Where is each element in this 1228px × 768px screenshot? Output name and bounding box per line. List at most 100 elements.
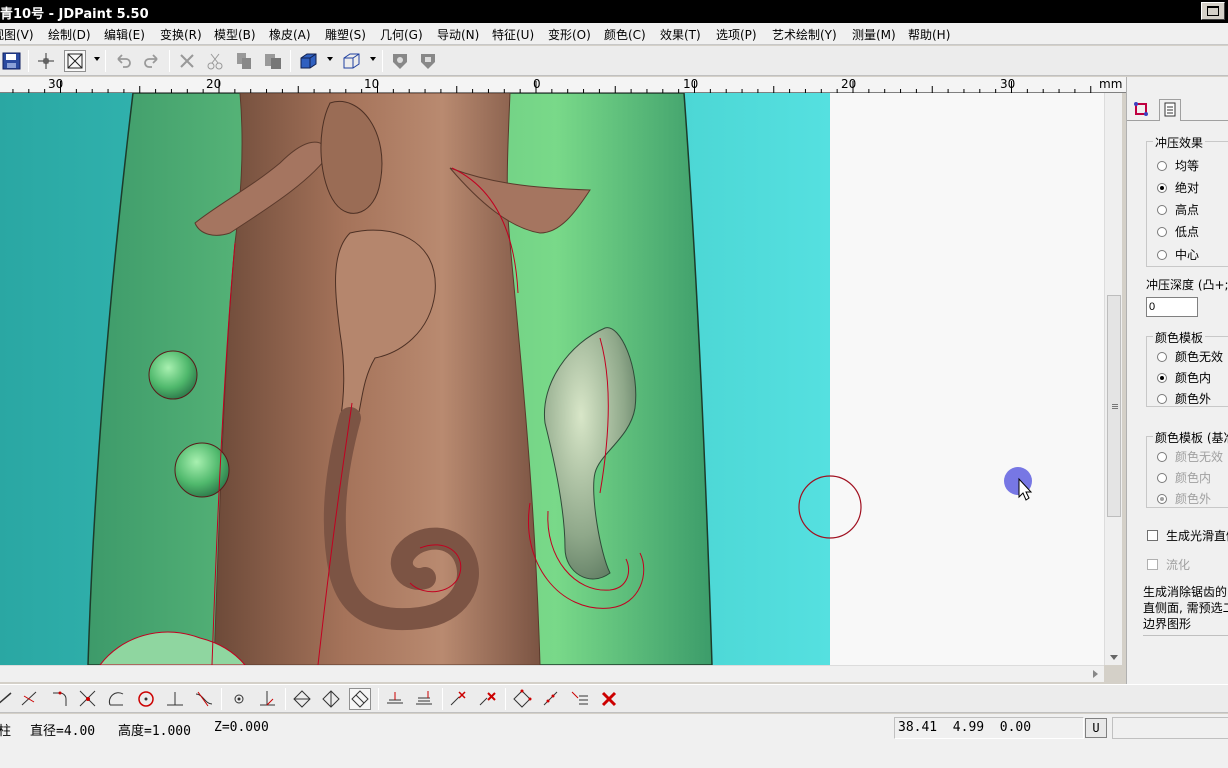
scroll-down-arrow-icon[interactable] [1110, 655, 1118, 660]
relief-canvas[interactable] [0, 93, 1104, 665]
diamond-tool-button[interactable] [291, 688, 313, 710]
menu-art-draw[interactable]: 艺术绘制(Y) [772, 26, 837, 43]
horizontal-ruler: 30 20 10 0 10 20 30 mm [0, 77, 1126, 93]
scroll-right-arrow-icon[interactable] [1093, 670, 1098, 678]
ruler-label: 10 [364, 77, 380, 91]
intersect-tool-button[interactable] [77, 688, 99, 710]
menu-deform[interactable]: 变形(O) [548, 26, 591, 43]
redo-icon [144, 54, 158, 68]
trim-icon [21, 691, 37, 706]
diamond-tool3-button[interactable] [349, 688, 371, 710]
undo-icon [117, 54, 131, 68]
panel-tab-properties[interactable] [1159, 99, 1181, 121]
paste-button[interactable] [262, 50, 284, 72]
color-template-title: 颜色模板 [1153, 329, 1206, 346]
document-icon [1164, 102, 1176, 117]
trim-tool-button[interactable] [19, 688, 41, 710]
radio-base-color-inside[interactable]: 颜色内 [1157, 469, 1211, 486]
menu-effect[interactable]: 效果(T) [660, 26, 701, 43]
undo-button[interactable] [112, 50, 134, 72]
shield-tool-button[interactable] [389, 50, 411, 72]
diamond-tool2-button[interactable] [320, 688, 342, 710]
menu-draw[interactable]: 绘制(D) [48, 26, 91, 43]
radio-absolute[interactable]: 绝对 [1157, 179, 1199, 196]
perpendicular-tool-button[interactable] [164, 688, 186, 710]
save-button[interactable] [1, 50, 23, 72]
point-tool-button[interactable] [228, 688, 250, 710]
select-delete2-button[interactable] [477, 688, 499, 710]
circle-node-button[interactable] [135, 688, 157, 710]
select-box-button[interactable] [64, 50, 86, 72]
menu-measure[interactable]: 测量(M) [852, 26, 896, 43]
menu-view[interactable]: 视图(V) [0, 26, 34, 43]
menu-guide[interactable]: 导动(N) [437, 26, 479, 43]
line-tool-button[interactable] [0, 688, 16, 710]
menu-help[interactable]: 帮助(H) [908, 26, 950, 43]
menu-sculpt[interactable]: 雕塑(S) [325, 26, 366, 43]
smooth-side-checkbox[interactable]: 生成光滑直侧 [1147, 527, 1228, 544]
select-dropdown-icon[interactable] [94, 57, 100, 61]
cut-button[interactable] [204, 50, 226, 72]
view-wire-dropdown-icon[interactable] [370, 57, 376, 61]
menu-model[interactable]: 模型(B) [214, 26, 256, 43]
arc-tool-button[interactable] [106, 688, 128, 710]
radio-high-point[interactable]: 高点 [1157, 201, 1199, 218]
canvas-viewport[interactable] [0, 93, 1104, 665]
shield-tool2-button[interactable] [417, 50, 439, 72]
view-3d-dropdown-icon[interactable] [327, 57, 333, 61]
stack2-icon [416, 691, 432, 705]
menu-color[interactable]: 颜色(C) [604, 26, 646, 43]
status-bar: 柱 直径=4.00 高度=1.000 Z=0.000 38.41 4.99 0.… [0, 714, 1228, 768]
flow-checkbox[interactable]: 流化 [1147, 556, 1190, 573]
radio-base-color-none[interactable]: 颜色无效 [1157, 448, 1223, 465]
menu-eraser[interactable]: 橡皮(A) [269, 26, 311, 43]
view-wire-button[interactable] [340, 50, 362, 72]
select-delete-button[interactable] [448, 688, 470, 710]
point-icon [234, 694, 244, 704]
status-extra-box [1112, 717, 1228, 739]
copy-button[interactable] [233, 50, 255, 72]
node-edit-button[interactable] [511, 688, 533, 710]
maximize-button[interactable] [1201, 2, 1225, 20]
horizontal-scrollbar[interactable] [0, 665, 1104, 682]
radio-center[interactable]: 中心 [1157, 246, 1199, 263]
menu-transform[interactable]: 变换(R) [160, 26, 202, 43]
select-delete-icon [450, 691, 466, 706]
view-3d-button[interactable] [297, 50, 319, 72]
window-title: 青10号 - JDPaint 5.50 [0, 7, 149, 22]
main-toolbar [0, 46, 1228, 76]
copy-icon [237, 53, 251, 69]
stack-tool2-button[interactable] [413, 688, 435, 710]
menu-edit[interactable]: 编辑(E) [104, 26, 145, 43]
menu-feature[interactable]: 特征(U) [492, 26, 534, 43]
radio-color-outside[interactable]: 颜色外 [1157, 390, 1211, 407]
radio-color-none[interactable]: 颜色无效 [1157, 348, 1223, 365]
redo-button[interactable] [141, 50, 163, 72]
ruler-label: 10 [683, 77, 699, 91]
node-edit2-button[interactable] [540, 688, 562, 710]
ruler-ticks [12, 81, 1092, 93]
radio-low-point[interactable]: 低点 [1157, 223, 1199, 240]
circle-node-icon [138, 691, 154, 707]
panel-tab-tools[interactable] [1131, 99, 1153, 121]
vertical-scroll-thumb[interactable] [1107, 295, 1121, 517]
radio-color-inside[interactable]: 颜色内 [1157, 369, 1211, 386]
cancel-button[interactable] [598, 688, 620, 710]
radio-base-color-outside[interactable]: 颜色外 [1157, 490, 1211, 507]
menu-geometry[interactable]: 几何(G) [380, 26, 423, 43]
list-edit-button[interactable] [569, 688, 591, 710]
stamp-depth-input[interactable] [1146, 297, 1198, 317]
stack-tool-button[interactable] [384, 688, 406, 710]
unit-button[interactable]: U [1085, 718, 1107, 738]
crosshair-button[interactable] [35, 50, 57, 72]
fillet-tool-button[interactable] [48, 688, 70, 710]
curve-tool-button[interactable] [193, 688, 215, 710]
select-delete2-icon [479, 692, 496, 706]
delete-button[interactable] [176, 50, 198, 72]
radio-equal[interactable]: 均等 [1157, 157, 1199, 174]
color-template-group: 颜色模板 颜色无效 颜色内 颜色外 [1146, 329, 1228, 407]
vertical-scrollbar[interactable] [1104, 93, 1122, 665]
maximize-icon [1207, 6, 1219, 16]
axis-tool-button[interactable] [257, 688, 279, 710]
menu-options[interactable]: 选项(P) [716, 26, 757, 43]
